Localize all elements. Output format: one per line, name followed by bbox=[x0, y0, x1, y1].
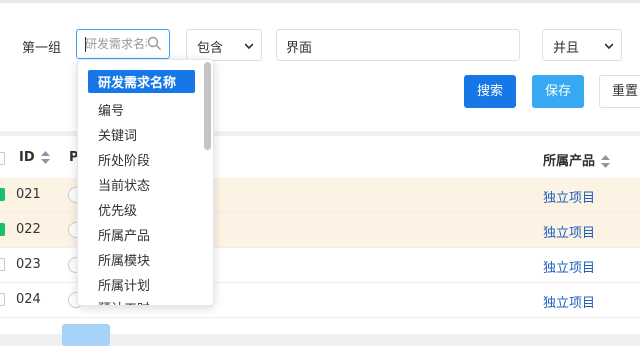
product-link[interactable]: 独立项目 bbox=[543, 187, 595, 206]
column-header-product[interactable]: 所属产品 bbox=[543, 150, 611, 169]
dropdown-item[interactable]: 所属产品 bbox=[98, 225, 150, 244]
dropdown-scrollbar[interactable] bbox=[204, 62, 211, 150]
dropdown-item[interactable]: 所属计划 bbox=[98, 275, 150, 294]
product-link[interactable]: 独立项目 bbox=[543, 292, 595, 311]
chevron-down-icon bbox=[245, 43, 253, 50]
search-icon[interactable] bbox=[147, 36, 162, 51]
dropdown-item[interactable]: 优先级 bbox=[98, 200, 137, 219]
product-link[interactable]: 独立项目 bbox=[543, 222, 595, 241]
dropdown-item[interactable]: 编号 bbox=[98, 100, 124, 119]
operator-value: 包含 bbox=[197, 41, 224, 56]
row-checkbox[interactable] bbox=[0, 188, 5, 201]
operator-select[interactable]: 包含 bbox=[186, 29, 262, 61]
row-checkbox[interactable] bbox=[0, 293, 5, 306]
column-header-id-label: ID bbox=[19, 150, 35, 165]
sort-icon[interactable] bbox=[601, 155, 611, 168]
logic-value: 并且 bbox=[553, 41, 580, 56]
column-header-product-label: 所属产品 bbox=[543, 154, 596, 169]
value-text: 界面 bbox=[286, 41, 313, 56]
dropdown-item[interactable]: 所属模块 bbox=[98, 250, 150, 269]
logic-select[interactable]: 并且 bbox=[542, 29, 622, 61]
sort-icon[interactable] bbox=[40, 151, 50, 164]
dropdown-item[interactable]: 所处阶段 bbox=[98, 150, 150, 169]
row-id: 022 bbox=[16, 222, 41, 237]
dropdown-item[interactable]: 当前状态 bbox=[98, 175, 150, 194]
field-search-input[interactable] bbox=[85, 35, 147, 53]
dropdown-item[interactable]: 研发需求名称 bbox=[88, 70, 195, 93]
chevron-down-icon bbox=[605, 43, 613, 50]
text-caret bbox=[85, 37, 86, 52]
field-dropdown: 研发需求名称 编号 关键词 所处阶段 当前状态 优先级 所属产品 所属模块 所属… bbox=[77, 59, 214, 306]
dropdown-item[interactable]: 预计工时 bbox=[98, 298, 150, 305]
search-button[interactable]: 搜索 bbox=[464, 75, 516, 108]
row-id: 023 bbox=[16, 257, 41, 272]
field-select-input[interactable] bbox=[76, 29, 170, 59]
dropdown-item[interactable]: 关键词 bbox=[98, 125, 137, 144]
select-all-checkbox[interactable] bbox=[0, 152, 5, 165]
reset-button[interactable]: 重置 bbox=[599, 75, 640, 108]
product-link[interactable]: 独立项目 bbox=[543, 257, 595, 276]
row-id: 021 bbox=[16, 187, 41, 202]
row-checkbox[interactable] bbox=[0, 223, 5, 236]
row-id: 024 bbox=[16, 292, 41, 307]
save-button[interactable]: 保存 bbox=[532, 75, 584, 108]
column-header-id[interactable]: ID bbox=[19, 150, 50, 165]
value-input[interactable]: 界面 bbox=[276, 29, 520, 61]
group-label: 第一组 bbox=[22, 41, 62, 56]
row-checkbox[interactable] bbox=[0, 258, 5, 271]
footer-button[interactable] bbox=[62, 324, 110, 346]
